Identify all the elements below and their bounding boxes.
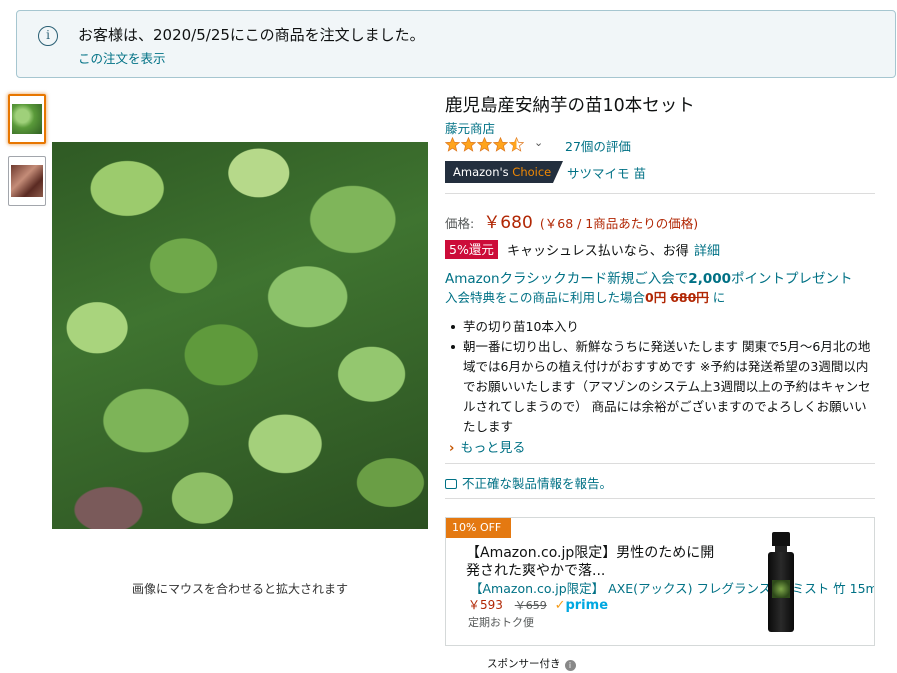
- main-product-image[interactable]: [52, 142, 428, 529]
- zoom-hint: 画像にマウスを合わせると拡大されます: [131, 582, 348, 596]
- card-offer-text-end: ポイントプレゼント: [731, 271, 853, 287]
- ad-headline[interactable]: 【Amazon.co.jp限定】男性のために開発された爽やかで落...: [466, 544, 716, 580]
- feedback-icon: [445, 479, 457, 489]
- sponsored-ad[interactable]: 10% OFF 【Amazon.co.jp限定】男性のために開発された爽やかで落…: [445, 517, 875, 646]
- divider: [445, 193, 875, 194]
- prime-label: prime: [565, 598, 609, 613]
- sponsored-text: スポンサー付き: [487, 658, 561, 670]
- feature-text: 朝一番に切り出し、新鮮なうちに発送いたします 関東で5月～6月北の地域では6月か…: [463, 339, 871, 434]
- feature-bullet: 芋の切り苗10本入り: [445, 317, 875, 337]
- ad-price: ￥593: [468, 598, 503, 612]
- thumbnail-1[interactable]: [8, 94, 46, 144]
- star-icon: [445, 137, 460, 152]
- choice-keyword-link[interactable]: サツマイモ 苗: [567, 163, 646, 182]
- cashback-details-link[interactable]: 詳細: [694, 240, 720, 259]
- star-icon: [461, 137, 476, 152]
- report-label: 不正確な製品情報を報告。: [462, 476, 613, 491]
- product-title: 鹿児島産安納芋の苗10本セット: [445, 96, 695, 116]
- card-offer-link[interactable]: Amazonクラシックカード新規ご入会で2,000ポイントプレゼント: [445, 267, 853, 287]
- badge-highlight: Choice: [512, 165, 552, 179]
- feature-bullet: 朝一番に切り出し、新鮮なうちに発送いたします 関東で5月～6月北の地域では6月か…: [445, 337, 875, 437]
- star-icon: [477, 137, 492, 152]
- sponsored-label[interactable]: スポンサー付き i: [487, 656, 576, 671]
- view-order-link[interactable]: この注文を表示: [78, 48, 166, 67]
- card-offer-price: 0円: [645, 290, 667, 305]
- divider: [445, 463, 875, 464]
- price-label: 価格:: [445, 216, 475, 231]
- subscribe-save-label: 定期おトク便: [468, 616, 534, 629]
- price: ￥680: [483, 213, 533, 233]
- divider: [445, 498, 875, 499]
- half-star-icon: [509, 137, 524, 152]
- card-offer-detail[interactable]: 入会特典をこの商品に利用した場合0円 680円 に: [445, 287, 725, 306]
- ad-product-link[interactable]: 【Amazon.co.jp限定】 AXE(アックス) フレグランス ボ ミスト …: [470, 578, 874, 597]
- report-incorrect-info-link[interactable]: 不正確な製品情報を報告。: [445, 473, 612, 492]
- prime-logo: ✓prime: [555, 598, 608, 613]
- cashback-badge: 5%還元: [445, 240, 498, 259]
- card-offer-detail-end: に: [708, 290, 726, 305]
- star-rating[interactable]: [445, 137, 525, 153]
- card-offer-detail-text: 入会特典をこの商品に利用した場合: [445, 290, 646, 305]
- order-notice-banner: i お客様は、2020/5/25にこの商品を注文しました。 この注文を表示: [16, 10, 896, 78]
- check-icon: ✓: [554, 598, 566, 613]
- sweet-potato-leaves-thumbnail: [12, 104, 42, 134]
- card-offer-original-price: 680円: [670, 290, 709, 305]
- price-row: 価格: ￥680 (￥68 / 1商品あたりの価格): [445, 208, 698, 233]
- sweet-potato-cuttings-thumbnail: [11, 165, 43, 197]
- badge-prefix: Amazon's: [453, 165, 513, 179]
- see-more-label: もっと見る: [460, 441, 526, 456]
- star-icon: [493, 137, 508, 152]
- feature-text: 芋の切り苗10本入り: [463, 319, 579, 334]
- ad-list-price: ￥659: [514, 599, 547, 612]
- card-offer-points: 2,000: [688, 271, 731, 287]
- thumbnail-2[interactable]: [8, 156, 46, 206]
- card-offer-text: Amazonクラシックカード新規ご入会で: [445, 271, 689, 287]
- ratings-count-link[interactable]: 27個の評価: [565, 136, 631, 155]
- info-icon: i: [564, 660, 576, 671]
- feature-bullets: 芋の切り苗10本入り 朝一番に切り出し、新鮮なうちに発送いたします 関東で5月～…: [445, 317, 875, 437]
- chevron-down-icon[interactable]: ⌄: [534, 136, 543, 149]
- cashback-text: キャッシュレス払いなら、お得: [507, 244, 689, 259]
- unit-price: (￥68 / 1商品あたりの価格): [539, 216, 699, 231]
- ad-price-row: ￥593 ￥659 ✓prime: [468, 596, 608, 613]
- info-icon: i: [38, 26, 58, 46]
- order-notice-message: お客様は、2020/5/25にこの商品を注文しました。: [78, 26, 425, 44]
- bullet-dot: [451, 325, 455, 329]
- ad-product-image[interactable]: [766, 532, 796, 632]
- bullet-dot: [451, 345, 455, 349]
- amazons-choice-badge: Amazon's Choice: [445, 161, 563, 183]
- brand-link[interactable]: 藤元商店: [445, 118, 495, 137]
- chevron-right-icon: ›: [449, 441, 455, 456]
- discount-badge: 10% OFF: [446, 518, 512, 538]
- see-more-link[interactable]: › もっと見る: [449, 437, 525, 456]
